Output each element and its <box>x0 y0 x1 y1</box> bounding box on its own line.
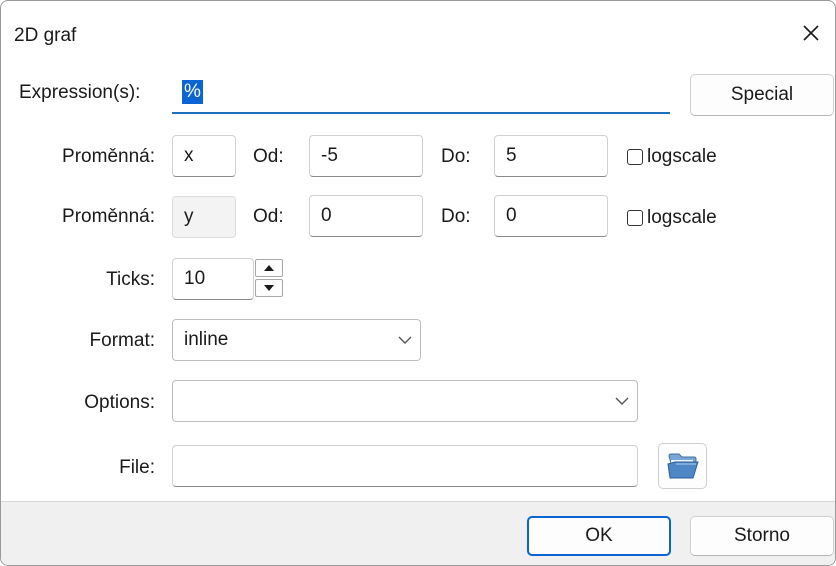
arrow-down-icon <box>264 285 274 291</box>
var1-logscale-checkbox[interactable]: logscale <box>627 146 717 168</box>
special-button[interactable]: Special <box>690 74 834 116</box>
var1-logscale-box <box>627 149 643 165</box>
var2-from-input[interactable] <box>309 195 423 237</box>
close-button[interactable] <box>797 19 825 47</box>
dialog-window: 2D graf Expression(s): % Special Proměnn… <box>0 0 836 566</box>
ticks-decrement-button[interactable] <box>255 279 283 297</box>
var2-to-label: Do: <box>441 206 471 227</box>
options-label: Options: <box>84 392 155 413</box>
var2-from-label: Od: <box>253 206 284 227</box>
ticks-label: Ticks: <box>106 269 155 290</box>
var1-from-label: Od: <box>253 146 284 167</box>
arrow-up-icon <box>264 265 274 271</box>
var1-name-input[interactable] <box>172 135 236 177</box>
folder-open-icon <box>666 453 699 479</box>
var1-from-input[interactable] <box>309 135 423 177</box>
var2-logscale-checkbox[interactable]: logscale <box>627 207 717 229</box>
cancel-button[interactable]: Storno <box>690 516 834 556</box>
expression-selected-text: % <box>182 80 203 104</box>
expression-input[interactable]: % <box>172 72 670 114</box>
ticks-increment-button[interactable] <box>255 259 283 277</box>
dialog-footer: OK Storno <box>1 501 835 565</box>
options-select[interactable] <box>172 380 638 422</box>
file-input[interactable] <box>172 445 638 487</box>
var2-logscale-box <box>627 210 643 226</box>
var1-to-input[interactable] <box>494 135 608 177</box>
var1-to-label: Do: <box>441 146 471 167</box>
chevron-down-icon <box>615 397 629 405</box>
var1-logscale-label: logscale <box>647 146 717 167</box>
format-label: Format: <box>89 330 155 351</box>
ok-button[interactable]: OK <box>527 516 671 556</box>
var2-logscale-label: logscale <box>647 207 717 228</box>
format-select[interactable]: inline <box>172 319 421 361</box>
chevron-down-icon <box>398 336 412 344</box>
var2-name-input <box>172 196 236 238</box>
format-dropdown-arrow <box>398 320 412 360</box>
expression-label: Expression(s): <box>19 82 141 103</box>
file-label: File: <box>119 457 155 478</box>
var2-to-input[interactable] <box>494 195 608 237</box>
window-title: 2D graf <box>14 25 77 46</box>
format-select-value: inline <box>184 329 229 350</box>
ticks-spinner <box>255 258 285 299</box>
ticks-input[interactable] <box>172 258 254 300</box>
options-dropdown-arrow <box>615 381 629 421</box>
var1-label: Proměnná: <box>62 146 155 167</box>
close-icon <box>803 25 819 41</box>
browse-file-button[interactable] <box>658 443 707 489</box>
var2-label: Proměnná: <box>62 206 155 227</box>
